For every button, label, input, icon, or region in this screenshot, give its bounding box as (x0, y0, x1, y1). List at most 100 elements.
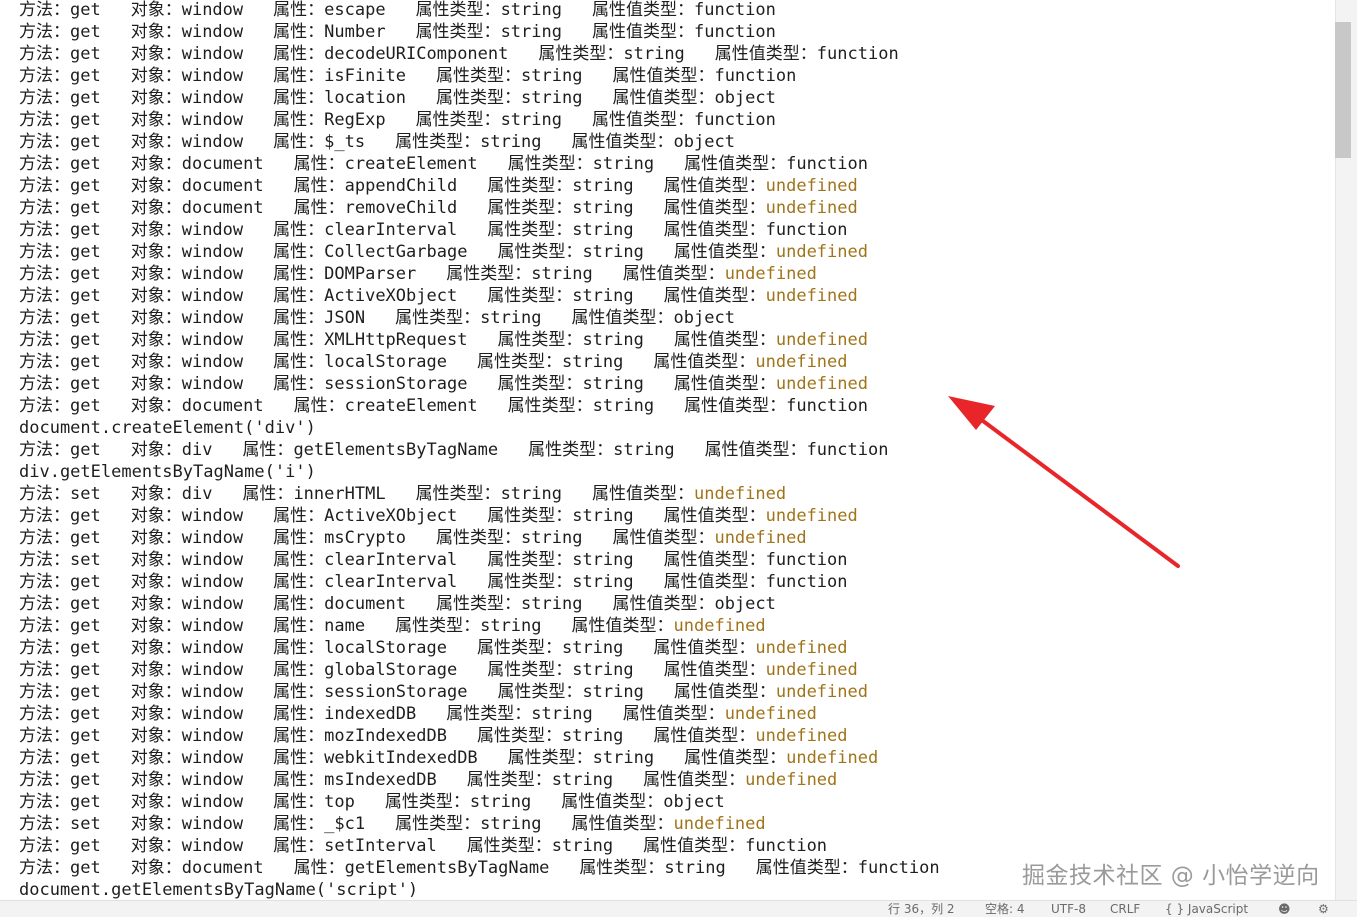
method-label: 方法： (19, 176, 70, 196)
property-type-label: 属性类型： (436, 528, 522, 548)
object-label: 对象： (130, 330, 182, 350)
log-entry: 方法：get 对象：window 属性：top 属性类型：string 属性值类型：ob… (19, 791, 725, 813)
object-label: 对象： (130, 352, 182, 372)
object-value: window (181, 682, 244, 702)
property-value: indexedDB (324, 704, 417, 724)
object-label: 对象： (130, 682, 182, 702)
object-label: 对象： (130, 726, 182, 746)
property-type-value: string (582, 330, 644, 350)
method-label: 方法： (19, 616, 70, 636)
method-label: 方法： (19, 264, 70, 284)
property-type-value: string (572, 220, 634, 240)
property-value-type-label: 属性值类型： (704, 440, 807, 460)
property-value-type-value: undefined (765, 660, 858, 680)
status-line-col[interactable]: 行 36，列 2 (888, 902, 955, 917)
method-value: get (70, 616, 101, 636)
object-label: 对象： (130, 858, 182, 878)
property-type-label: 属性类型： (487, 198, 573, 218)
log-entry: 方法：get 对象：window 属性：msIndexedDB 属性类型：string… (19, 769, 837, 791)
property-value-type-label: 属性值类型： (571, 814, 674, 834)
property-type-value: string (572, 286, 634, 306)
status-encoding[interactable]: UTF-8 (1051, 902, 1086, 917)
object-label: 对象： (130, 132, 182, 152)
property-value-type-value: undefined (724, 704, 817, 724)
method-value: get (70, 836, 101, 856)
property-type-label: 属性类型： (476, 352, 562, 372)
property-value: msCrypto (324, 528, 407, 548)
property-type-value: string (592, 396, 655, 416)
property-value: XMLHttpRequest (324, 330, 468, 350)
property-value: $_ts (324, 132, 366, 152)
property-type-label: 属性类型： (446, 264, 532, 284)
property-type-value: string (500, 0, 562, 20)
property-value-type-label: 属性值类型： (622, 264, 725, 284)
property-type-label: 属性类型： (528, 440, 614, 460)
property-value: top (324, 792, 355, 812)
log-entry: 方法：get 对象：document 属性：removeChild 属性类型：stri… (19, 197, 858, 219)
property-label: 属性： (273, 550, 325, 570)
method-value: get (70, 352, 101, 372)
property-type-value: string (480, 132, 542, 152)
scrollbar-thumb[interactable] (1335, 22, 1351, 158)
notifications-icon[interactable]: ⚙ (1318, 902, 1329, 917)
object-value: window (181, 352, 244, 372)
object-value: window (181, 22, 244, 42)
object-value: window (181, 792, 244, 812)
property-label: 属性： (273, 330, 325, 350)
log-text: document.createElement('div') (19, 418, 316, 438)
property-value-type-value: function (765, 550, 848, 570)
property-type-label: 属性类型： (395, 308, 481, 328)
property-type-value: string (582, 242, 644, 262)
object-value: window (181, 660, 244, 680)
status-eol[interactable]: CRLF (1110, 902, 1140, 917)
property-value-type-value: undefined (673, 814, 766, 834)
method-value: get (70, 748, 101, 768)
property-type-value: string (561, 726, 624, 746)
object-label: 对象： (130, 176, 182, 196)
property-label: 属性： (273, 44, 325, 64)
method-label: 方法： (19, 836, 70, 856)
property-type-label: 属性类型： (538, 44, 624, 64)
property-value-type-value: function (806, 440, 889, 460)
log-entry: 方法：get 对象：div 属性：getElementsByTagName 属性类型：… (19, 439, 888, 461)
property-value-type-label: 属性值类型： (673, 330, 776, 350)
property-value-type-label: 属性值类型： (663, 506, 766, 526)
method-label: 方法： (19, 792, 70, 812)
property-value-type-label: 属性值类型： (663, 572, 766, 592)
property-label: 属性： (273, 814, 325, 834)
method-value: get (70, 704, 101, 724)
method-label: 方法： (19, 704, 70, 724)
object-label: 对象： (130, 286, 182, 306)
property-value: Number (324, 22, 386, 42)
object-value: window (181, 220, 244, 240)
status-language[interactable]: { } JavaScript (1165, 902, 1248, 917)
property-value-type-value: undefined (714, 528, 807, 548)
console-output: 方法：get 对象：window 属性：escape 属性类型：string 属性值类型… (0, 0, 1335, 900)
property-value: createElement (344, 396, 478, 416)
property-value: getElementsByTagName (344, 858, 550, 878)
log-entry: 方法：get 对象：window 属性：localStorage 属性类型：strin… (19, 637, 848, 659)
property-label: 属性： (273, 66, 325, 86)
property-value-type-value: undefined (775, 374, 868, 394)
copilot-icon[interactable]: ☻ (1278, 902, 1291, 917)
property-value: clearInterval (324, 220, 458, 240)
status-indentation[interactable]: 空格: 4 (985, 902, 1025, 917)
property-type-value: string (572, 506, 634, 526)
method-label: 方法： (19, 748, 70, 768)
property-label: 属性： (293, 154, 345, 174)
log-entry: 方法：get 对象：document 属性：createElement 属性类型：st… (19, 395, 868, 417)
method-label: 方法： (19, 132, 70, 152)
log-entry: 方法：get 对象：window 属性：globalStorage 属性类型：stri… (19, 659, 858, 681)
log-entry: 方法：get 对象：window 属性：location 属性类型：string 属性值… (19, 87, 776, 109)
property-label: 属性： (293, 858, 345, 878)
property-type-value: string (623, 44, 685, 64)
property-label: 属性： (293, 198, 345, 218)
log-text-line: document.createElement('div') (19, 417, 316, 439)
log-text-line: document.getElementsByTagName('script') (19, 879, 418, 900)
object-value: window (181, 770, 244, 790)
property-value-type-label: 属性值类型： (612, 66, 715, 86)
property-type-label: 属性类型： (497, 682, 583, 702)
object-label: 对象： (130, 792, 182, 812)
property-label: 属性： (273, 220, 325, 240)
method-value: get (70, 110, 101, 130)
